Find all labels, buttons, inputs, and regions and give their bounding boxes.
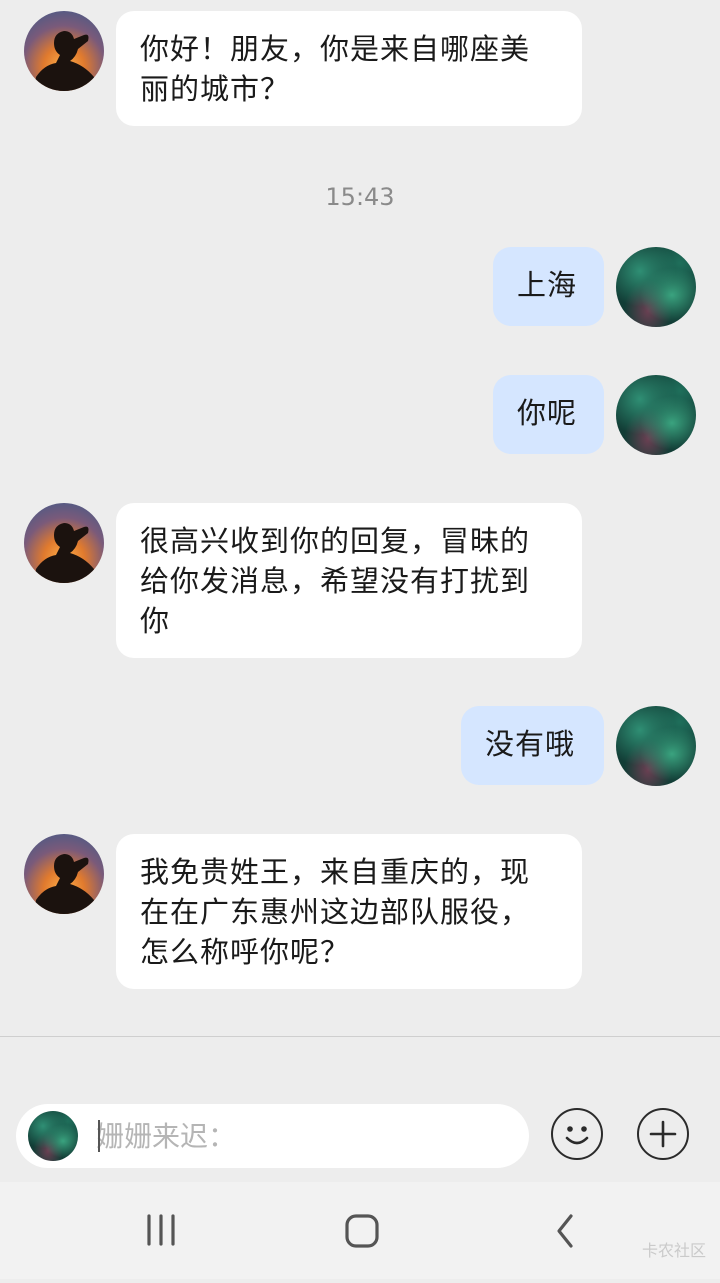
watermark-text: 卡农社区 [641,1241,706,1260]
message-bubble-peer[interactable]: 你好！朋友，你是来自哪座美丽的城市？ [116,11,582,126]
recents-button[interactable] [101,1182,221,1279]
peer-avatar[interactable] [24,11,104,91]
message-timestamp: 15:43 [325,183,395,211]
message-text: 没有哦 [485,727,576,761]
recents-icon [147,1214,175,1246]
message-input-box[interactable] [16,1104,529,1168]
add-button[interactable] [637,1108,689,1160]
saluting-silhouette-icon [34,523,96,583]
chat-area[interactable]: 你好！朋友，你是来自哪座美丽的城市？ 15:43 上海 你呢 很高兴收到你的回复… [0,0,720,1036]
peer-avatar[interactable] [24,503,104,583]
self-avatar[interactable] [616,247,696,327]
input-avatar [28,1111,78,1161]
message-input[interactable] [96,1104,516,1168]
home-button[interactable] [301,1182,421,1279]
saluting-silhouette-icon [34,31,96,91]
message-bubble-peer[interactable]: 很高兴收到你的回复，冒昧的给你发消息，希望没有打扰到你 [116,503,582,658]
plus-icon [649,1120,676,1147]
home-icon [345,1214,379,1248]
system-navigation-bar: 卡农社区 [0,1182,720,1279]
message-bubble-peer[interactable]: 我免贵姓王，来自重庆的，现在在广东惠州这边部队服役，怎么称呼你呢？ [116,834,582,989]
back-button[interactable] [503,1182,623,1279]
message-text: 你好！朋友，你是来自哪座美丽的城市？ [140,32,531,106]
message-bubble-self[interactable]: 没有哦 [461,706,604,785]
emoji-button[interactable] [551,1108,603,1160]
peer-avatar[interactable] [24,834,104,914]
smiley-icon [565,1125,588,1144]
saluting-silhouette-icon [34,854,96,914]
self-avatar[interactable] [616,706,696,786]
message-text: 你呢 [517,396,578,430]
text-caret [98,1120,100,1152]
message-text: 很高兴收到你的回复，冒昧的给你发消息，希望没有打扰到你 [140,524,531,638]
message-bubble-self[interactable]: 上海 [493,247,604,326]
message-bubble-self[interactable]: 你呢 [493,375,604,454]
self-avatar[interactable] [616,375,696,455]
composer-bar [0,1037,720,1182]
back-icon [557,1214,573,1248]
message-text: 我免贵姓王，来自重庆的，现在在广东惠州这边部队服役，怎么称呼你呢？ [140,855,531,969]
message-text: 上海 [517,268,578,302]
